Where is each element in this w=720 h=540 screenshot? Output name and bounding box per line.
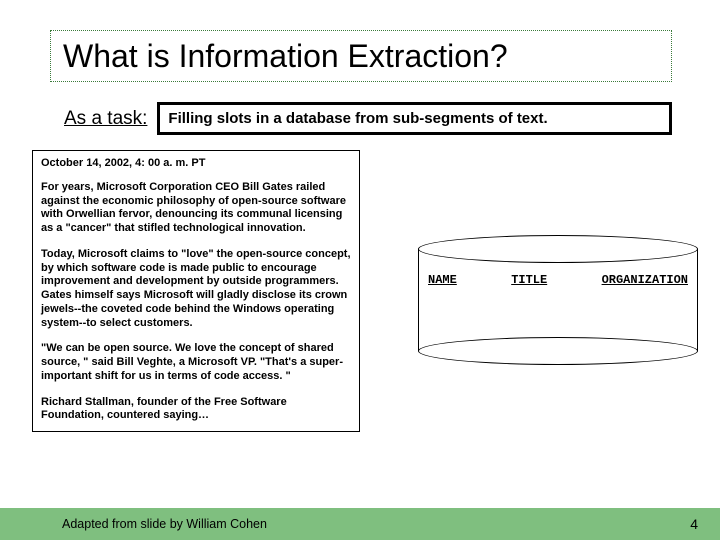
- as-a-task-label: As a task:: [64, 108, 147, 130]
- definition-box: Filling slots in a database from sub-seg…: [157, 102, 672, 135]
- subtitle-row: As a task: Filling slots in a database f…: [64, 102, 672, 135]
- footer-credit: Adapted from slide by William Cohen: [62, 517, 267, 531]
- slide-title: What is Information Extraction?: [63, 38, 508, 75]
- cylinder-body: [418, 249, 698, 351]
- article-paragraph-4: Richard Stallman, founder of the Free So…: [41, 396, 351, 424]
- article-box: October 14, 2002, 4: 00 a. m. PT For yea…: [32, 150, 360, 432]
- cylinder-bottom: [418, 337, 698, 365]
- title-container: What is Information Extraction?: [50, 30, 672, 82]
- article-date: October 14, 2002, 4: 00 a. m. PT: [41, 157, 351, 171]
- page-number: 4: [690, 516, 698, 532]
- db-col-title: TITLE: [511, 273, 547, 287]
- article-paragraph-1: For years, Microsoft Corporation CEO Bil…: [41, 181, 351, 236]
- db-col-organization: ORGANIZATION: [602, 273, 688, 287]
- database-cylinder: NAME TITLE ORGANIZATION: [418, 235, 698, 365]
- database-headers: NAME TITLE ORGANIZATION: [428, 273, 688, 287]
- cylinder-top: [418, 235, 698, 263]
- footer-bar: Adapted from slide by William Cohen 4: [0, 508, 720, 540]
- db-col-name: NAME: [428, 273, 457, 287]
- article-paragraph-3: "We can be open source. We love the conc…: [41, 342, 351, 383]
- article-paragraph-2: Today, Microsoft claims to "love" the op…: [41, 248, 351, 331]
